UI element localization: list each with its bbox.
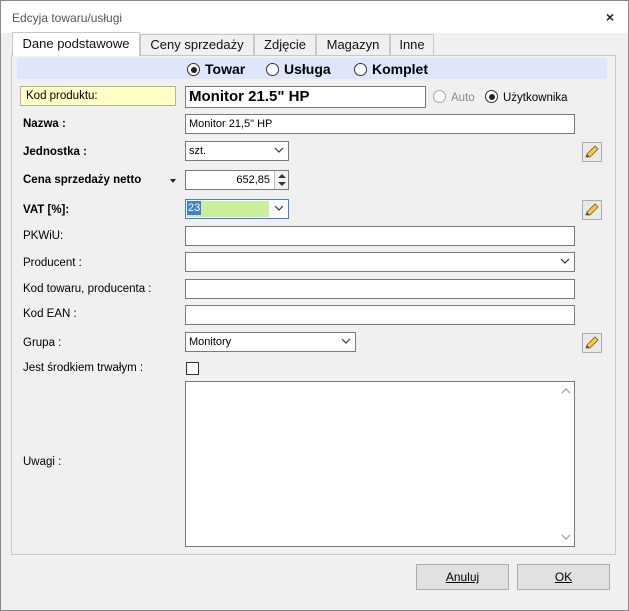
srodek-trwaly-label: Jest środkiem trwałym : — [23, 362, 144, 374]
uwagi-textarea[interactable] — [185, 381, 575, 547]
jednostka-select[interactable]: szt. — [185, 141, 289, 161]
pkwiu-input[interactable] — [185, 226, 575, 246]
spin-buttons[interactable] — [274, 171, 288, 189]
vat-label: VAT [%]: — [23, 204, 70, 216]
edit-grupa-button[interactable] — [582, 333, 602, 353]
radio-towar-label: Towar — [205, 61, 246, 77]
memo-scrollbar[interactable] — [558, 382, 574, 546]
edit-jednostka-button[interactable] — [582, 142, 602, 162]
tab-panel: Towar Usługa Komplet Kod produktu: Monit… — [11, 55, 616, 555]
radio-uzytkownika-label: Użytkownika — [503, 92, 568, 104]
radio-auto-label: Auto — [451, 92, 475, 104]
tab-inne[interactable]: Inne — [390, 34, 434, 55]
radio-uzytkownika[interactable]: Użytkownika — [485, 90, 568, 104]
ok-button-label: OK — [554, 570, 573, 584]
edit-vat-button[interactable] — [582, 200, 602, 220]
spin-down-icon[interactable] — [278, 182, 286, 186]
ok-button[interactable]: OK — [517, 564, 610, 590]
cena-label: Cena sprzedaży netto — [23, 174, 142, 186]
radio-dot — [266, 63, 279, 76]
radio-auto[interactable]: Auto — [433, 90, 475, 104]
uwagi-label: Uwagi : — [23, 456, 62, 468]
kod-towaru-label: Kod towaru, producenta : — [23, 283, 152, 295]
kod-towaru-input[interactable] — [185, 279, 575, 299]
radio-komplet-label: Komplet — [372, 61, 428, 77]
pencil-icon — [585, 336, 599, 349]
tab-dane-podstawowe[interactable]: Dane podstawowe — [12, 32, 140, 56]
chevron-down-icon — [274, 147, 284, 153]
pkwiu-label: PKWiU: — [23, 230, 64, 242]
producent-select[interactable] — [185, 252, 575, 272]
radio-towar[interactable]: Towar — [187, 61, 245, 77]
item-type-bar: Towar Usługa Komplet — [17, 58, 607, 79]
grupa-label: Grupa : — [23, 337, 62, 349]
radio-dot — [433, 90, 446, 103]
ean-input[interactable] — [185, 305, 575, 325]
radio-dot — [354, 63, 367, 76]
srodek-trwaly-checkbox[interactable] — [186, 362, 199, 375]
jednostka-value: szt. — [189, 145, 207, 157]
close-icon[interactable]: × — [606, 9, 614, 25]
scroll-up-icon[interactable] — [561, 387, 571, 395]
title-bar[interactable]: Edcyja towaru/usługi × — [1, 1, 628, 33]
grupa-select[interactable]: Monitory — [185, 332, 356, 352]
radio-usluga-label: Usługa — [284, 61, 331, 77]
dropdown-triangle-icon[interactable] — [166, 173, 180, 189]
chevron-down-icon — [560, 258, 570, 264]
pencil-icon — [585, 145, 599, 158]
producent-label: Producent : — [23, 257, 82, 269]
ean-label: Kod EAN : — [23, 308, 77, 320]
kod-produktu-input[interactable]: Monitor 21.5" HP — [185, 86, 426, 108]
chevron-down-icon — [341, 338, 351, 344]
pencil-icon — [585, 203, 599, 216]
dialog-window: Edcyja towaru/usługi × Dane podstawowe C… — [0, 0, 629, 611]
scroll-down-icon[interactable] — [561, 533, 571, 541]
tab-ceny-sprzedazy[interactable]: Ceny sprzedaży — [140, 34, 254, 55]
window-title: Edcyja towaru/usługi — [12, 11, 123, 25]
radio-dot — [187, 63, 200, 76]
radio-dot — [485, 90, 498, 103]
radio-usluga[interactable]: Usługa — [266, 61, 331, 77]
tab-zdjecie[interactable]: Zdjęcie — [254, 34, 316, 55]
vat-select[interactable]: 23 — [185, 199, 289, 219]
kod-produktu-label: Kod produktu: — [20, 86, 176, 106]
tab-magazyn[interactable]: Magazyn — [316, 34, 390, 55]
spin-up-icon[interactable] — [278, 174, 286, 178]
nazwa-input[interactable]: Monitor 21,5" HP — [185, 114, 575, 134]
chevron-down-icon — [274, 205, 284, 211]
cena-spinner[interactable]: 652,85 — [185, 170, 289, 190]
radio-komplet[interactable]: Komplet — [354, 61, 428, 77]
cancel-button-label: Anuluj — [445, 570, 480, 584]
vat-value: 23 — [187, 201, 202, 215]
cancel-button[interactable]: Anuluj — [416, 564, 509, 590]
jednostka-label: Jednostka : — [23, 146, 87, 158]
cena-value: 652,85 — [236, 174, 270, 186]
nazwa-label: Nazwa : — [23, 118, 66, 130]
grupa-value: Monitory — [189, 336, 232, 348]
